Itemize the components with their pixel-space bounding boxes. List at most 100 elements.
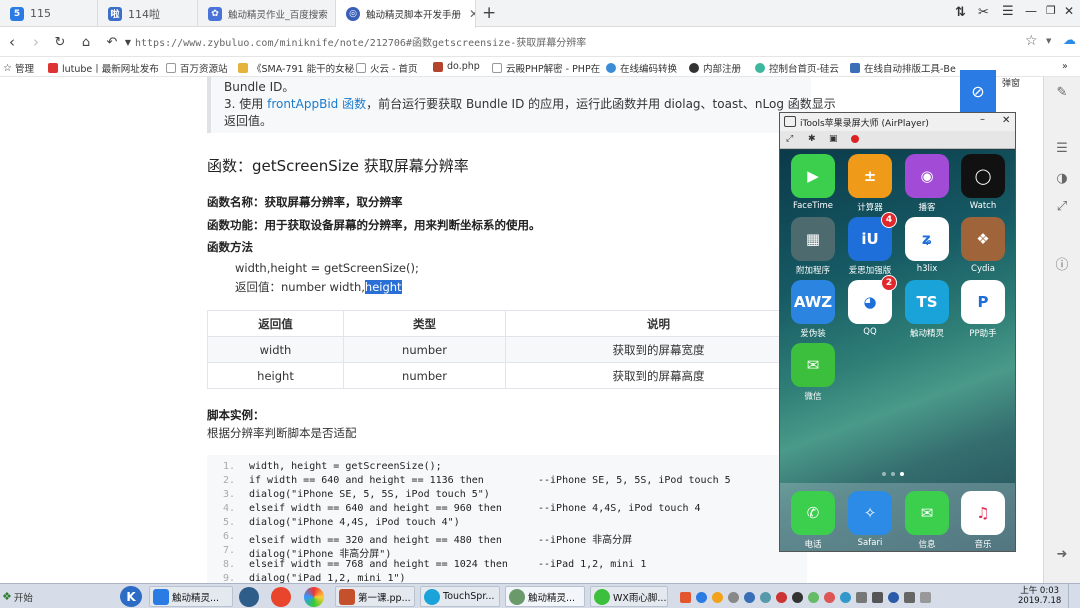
app-icon-3[interactable]: ◯ Watch [960, 154, 1006, 211]
minimize-icon[interactable]: — [1025, 4, 1037, 18]
new-tab-button[interactable]: + [482, 3, 496, 23]
tray-icon[interactable] [840, 591, 851, 603]
chevron-down-icon[interactable]: ▼ [1046, 37, 1051, 45]
tab-115[interactable]: 5 115 [0, 0, 98, 27]
home-icon[interactable]: ⌂ [76, 32, 96, 52]
app-icon-2[interactable]: ◉ 播客 [904, 154, 950, 213]
close-window-icon[interactable]: ✕ [1064, 4, 1074, 18]
volume-icon[interactable] [920, 591, 931, 603]
bookmark-item[interactable]: 内部注册 [689, 61, 741, 75]
edit-icon[interactable]: ✎ [1053, 83, 1071, 101]
dock-app-3[interactable]: ♫ 音乐 [960, 491, 1006, 550]
tab-active-manual[interactable]: ◎ 触动精灵脚本开发手册 ✕ [336, 0, 476, 28]
bookmark-item[interactable]: do.php [433, 61, 480, 72]
screenshot-icon[interactable]: ▣ [829, 134, 838, 144]
dock: ✆ 电话 ✧ Safari ✉ 信息 ♫ 音乐 [780, 483, 1015, 551]
code-text: dialog("iPhone 4,4S, iPod touch 4") [249, 517, 460, 528]
minimize-icon[interactable]: – [980, 114, 985, 125]
next-arrow-icon[interactable]: ➜ [1053, 545, 1071, 563]
app-icon-11[interactable]: P PP助手 [960, 280, 1006, 339]
tray-icon[interactable] [808, 591, 819, 603]
bookmark-item[interactable]: 控制台首页-硅云 [755, 61, 839, 75]
app-icon-0[interactable]: ▶ FaceTime [790, 154, 836, 211]
frontappbid-link[interactable]: frontAppBid [267, 97, 338, 111]
dock-app-2[interactable]: ✉ 信息 [904, 491, 950, 550]
taskbar-item[interactable]: 触动精灵... [505, 586, 585, 607]
pin-icon[interactable]: ✱ [808, 134, 816, 144]
restore-icon[interactable]: ❐ [1046, 4, 1056, 17]
table-cell: width [207, 336, 344, 363]
show-desktop-button[interactable] [1068, 584, 1080, 608]
dock-app-0[interactable]: ✆ 电话 [790, 491, 836, 550]
close-tab-icon[interactable]: ✕ [461, 7, 475, 21]
bookmark-item[interactable]: 《SMA-791 能干的女秘 [238, 61, 354, 75]
app-icon-7[interactable]: ❖ Cydia [960, 217, 1006, 274]
app-icon-5[interactable]: iU 4 爱思加强版 [847, 212, 897, 276]
k-app-icon[interactable]: K [120, 586, 142, 607]
app-icon-12[interactable]: ✉ 微信 [790, 343, 836, 402]
tab-baidu-search[interactable]: ✿ 触动精灵作业_百度搜索 [198, 0, 336, 27]
app-label: 电话 [804, 540, 822, 550]
url-input[interactable]: https://www.zybuluo.com/miniknife/note/2… [135, 34, 586, 49]
reload-icon[interactable]: ↻ [50, 32, 70, 52]
tray-icon[interactable] [776, 591, 787, 603]
list-icon[interactable]: ☰ [1053, 139, 1071, 157]
page-icon [166, 63, 176, 73]
back-icon[interactable]: ‹ [2, 32, 22, 52]
fullscreen-icon[interactable]: ⤢ [786, 134, 793, 144]
app-icon-8[interactable]: AWZ 爱伪装 [790, 280, 836, 339]
bookmark-item[interactable]: ☆ 管理 [3, 61, 34, 76]
bookmark-item[interactable]: lutube丨最新网址发布 [48, 61, 159, 75]
app-icon[interactable] [239, 587, 259, 607]
bookmark-item[interactable]: 百万资源站 [166, 61, 228, 75]
menu-icon[interactable]: ☰ [1002, 4, 1014, 19]
tray-icon[interactable] [872, 591, 883, 603]
tray-icon[interactable] [680, 591, 691, 603]
forward-icon[interactable]: › [26, 32, 46, 52]
tray-icon[interactable] [696, 591, 707, 603]
tab-114la[interactable]: 啦 114啦 [98, 0, 198, 27]
column-header: 类型 [343, 310, 506, 337]
star-icon[interactable]: ☆ [1025, 33, 1038, 49]
app-icon-6[interactable]: ʑ h3lix [904, 217, 950, 274]
expand-icon[interactable]: ⤢ [1053, 197, 1071, 215]
bookmark-item[interactable]: 火云 - 首页 [356, 61, 417, 75]
app-icon-4[interactable]: ▦ 附加程序 [790, 217, 836, 276]
taskbar-item[interactable]: TouchSpr... [420, 586, 500, 607]
bookmark-item[interactable]: 云殿PHP解密 - PHP在 [492, 61, 600, 75]
close-icon[interactable]: ✕ [1002, 115, 1010, 126]
dock-app-1[interactable]: ✧ Safari [847, 491, 893, 548]
app-icon-10[interactable]: TS 触动精灵 [904, 280, 950, 339]
tray-icon[interactable] [760, 591, 771, 603]
tray-icon[interactable] [744, 591, 755, 603]
chrome-icon[interactable] [304, 587, 324, 607]
tray-icon[interactable] [824, 591, 835, 603]
bookmark-item[interactable]: 在线自动排版工具-Be [850, 61, 956, 75]
info-icon[interactable]: ⓘ [1053, 254, 1071, 273]
taskbar-item[interactable]: 第一课.pp... [335, 586, 415, 607]
taskbar-item[interactable]: 触动精灵... [149, 586, 233, 607]
more-bookmarks-icon[interactable]: » [1062, 61, 1068, 72]
tray-icon[interactable] [856, 591, 867, 603]
bluetooth-icon[interactable] [888, 591, 899, 603]
clock[interactable]: 上午 0:03 2019.7.18 [1018, 586, 1061, 606]
tray-icon[interactable] [792, 591, 803, 603]
start-button[interactable]: ❖ 开始 [0, 586, 33, 607]
cloud-icon[interactable]: ☁ [1063, 33, 1076, 48]
tray-icon[interactable] [712, 591, 723, 603]
app-icon-1[interactable]: ± 计算器 [847, 154, 893, 213]
function-link[interactable]: 函数 [342, 97, 366, 111]
sort-icon[interactable]: ⇅ [955, 5, 966, 20]
network-icon[interactable] [904, 591, 915, 603]
scissors-icon[interactable]: ✂ [978, 5, 989, 20]
app-icon-9[interactable]: ◕ 2 QQ [847, 275, 897, 337]
taskbar-item[interactable]: WX雨心脚... [590, 586, 668, 607]
tray-icon[interactable] [728, 591, 739, 603]
contrast-icon[interactable]: ◑ [1053, 169, 1071, 187]
record-icon[interactable] [851, 135, 859, 143]
taskbar-label: 第一课.pp... [358, 592, 411, 604]
bookmark-item[interactable]: 在线编码转换 [606, 61, 677, 75]
app-icon[interactable] [271, 587, 291, 607]
floating-popup-button[interactable]: ⊘ [960, 70, 996, 112]
table-cell: number [343, 336, 506, 363]
